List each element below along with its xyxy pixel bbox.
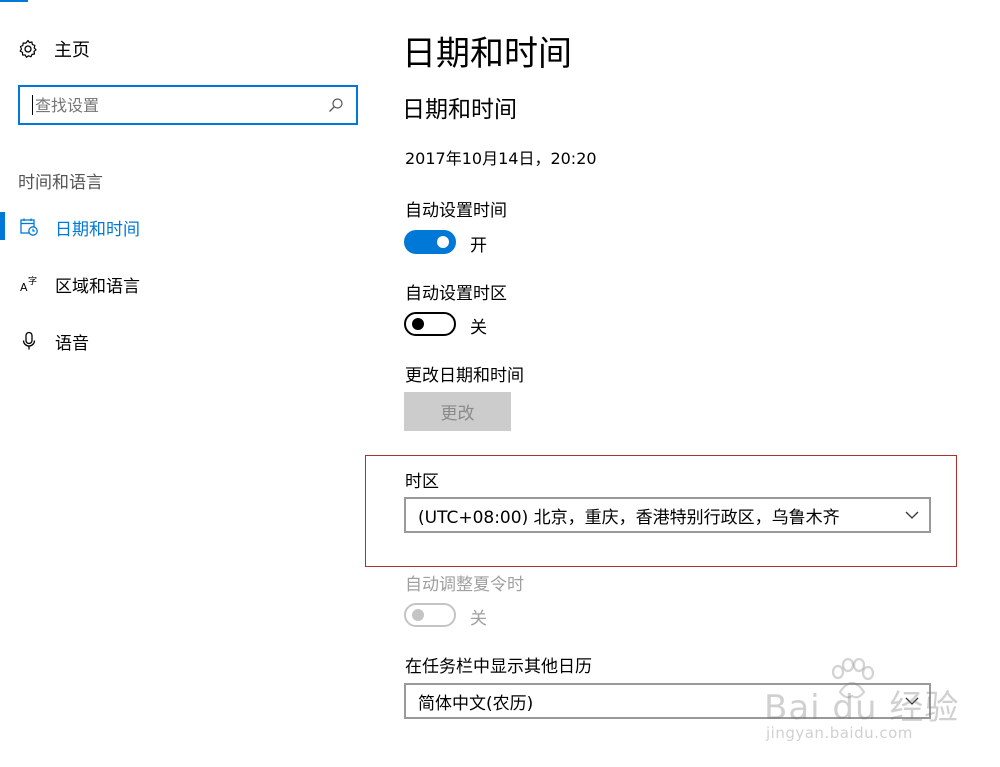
chevron-down-icon: [905, 511, 919, 519]
timezone-label: 时区: [405, 472, 439, 492]
sidebar-item-label: 日期和时间: [55, 219, 140, 240]
svg-text:A: A: [20, 281, 28, 294]
page-title: 日期和时间: [402, 34, 572, 74]
sidebar-item-speech[interactable]: 语音: [0, 326, 360, 356]
other-calendar-selected-value: 简体中文(农历): [418, 693, 534, 714]
sidebar-item-region-language[interactable]: A 字 区域和语言: [0, 269, 360, 299]
baidu-watermark: Bai du 经验 jingyan.baidu.com: [760, 658, 960, 748]
timezone-selected-value: (UTC+08:00) 北京，重庆，香港特别行政区，乌鲁木齐: [418, 507, 840, 528]
search-input[interactable]: [35, 95, 328, 115]
home-label: 主页: [54, 40, 90, 61]
auto-timezone-state: 关: [470, 318, 487, 338]
auto-timezone-label: 自动设置时区: [405, 284, 507, 304]
dst-toggle-row: 关: [404, 603, 524, 629]
language-icon: A 字: [19, 274, 39, 294]
other-calendar-label: 在任务栏中显示其他日历: [405, 657, 592, 677]
current-datetime: 2017年10月14日，20:20: [405, 149, 597, 168]
toggle-knob: [412, 318, 424, 330]
sidebar-item-label: 语音: [55, 333, 89, 354]
toggle-knob: [437, 236, 449, 248]
auto-timezone-toggle-row: 关: [404, 312, 524, 338]
section-label: 时间和语言: [18, 173, 103, 193]
window-accent-strip: [0, 0, 28, 2]
sidebar-item-date-time[interactable]: 日期和时间: [0, 212, 360, 242]
text-caret: [32, 95, 33, 115]
search-icon[interactable]: [328, 97, 344, 113]
search-box[interactable]: [18, 85, 358, 125]
dst-toggle[interactable]: [404, 603, 456, 627]
toggle-knob: [412, 609, 424, 621]
watermark-url: jingyan.baidu.com: [766, 724, 913, 742]
gear-icon: [19, 39, 37, 58]
auto-time-state: 开: [470, 236, 487, 256]
calendar-clock-icon: [19, 217, 39, 237]
change-datetime-button[interactable]: 更改: [404, 392, 511, 431]
auto-time-label: 自动设置时间: [405, 201, 507, 221]
microphone-icon: [19, 331, 39, 351]
dst-state: 关: [470, 609, 487, 629]
dst-label: 自动调整夏令时: [405, 575, 524, 595]
auto-time-toggle-row: 开: [404, 230, 524, 256]
svg-text:字: 字: [28, 275, 37, 287]
auto-timezone-toggle[interactable]: [404, 312, 456, 336]
sidebar-item-label: 区域和语言: [55, 276, 140, 297]
watermark-brand: Bai du 经验: [764, 688, 960, 728]
section-title: 日期和时间: [402, 97, 517, 123]
home-nav-item[interactable]: 主页: [18, 36, 90, 62]
timezone-dropdown[interactable]: (UTC+08:00) 北京，重庆，香港特别行政区，乌鲁木齐: [404, 497, 931, 533]
change-datetime-label: 更改日期和时间: [405, 366, 524, 386]
auto-time-toggle[interactable]: [404, 230, 456, 254]
